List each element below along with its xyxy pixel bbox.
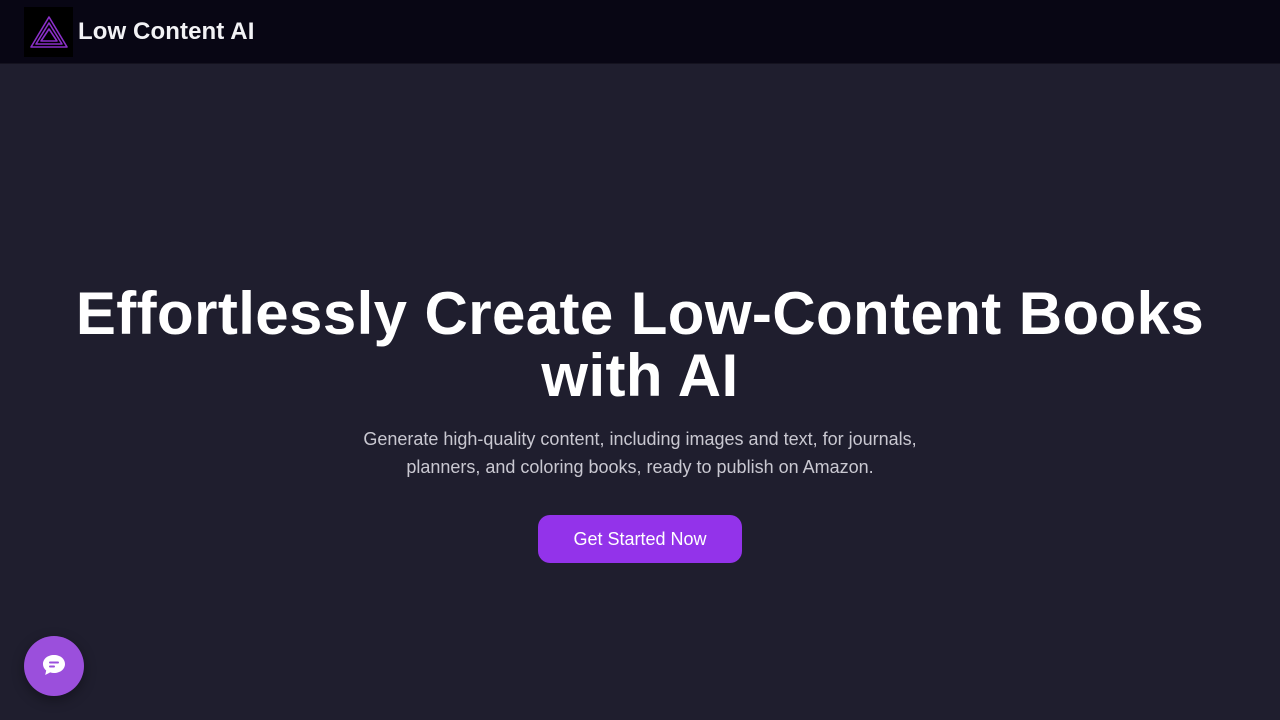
- hero-subtitle: Generate high-quality content, including…: [363, 429, 917, 477]
- hero-title: Effortlessly Create Low-Content Books wi…: [75, 280, 1205, 409]
- triangle-logo-icon: [24, 7, 73, 57]
- top-navigation-bar: Low Content AI: [0, 0, 1280, 64]
- hero-section: Effortlessly Create Low-Content Books wi…: [0, 283, 1280, 563]
- brand-link[interactable]: Low Content AI: [24, 7, 254, 57]
- chat-bubble-icon: [41, 653, 67, 680]
- chat-widget-button[interactable]: [24, 636, 84, 696]
- brand-name: Low Content AI: [78, 18, 255, 45]
- get-started-button[interactable]: Get Started Now: [538, 515, 742, 563]
